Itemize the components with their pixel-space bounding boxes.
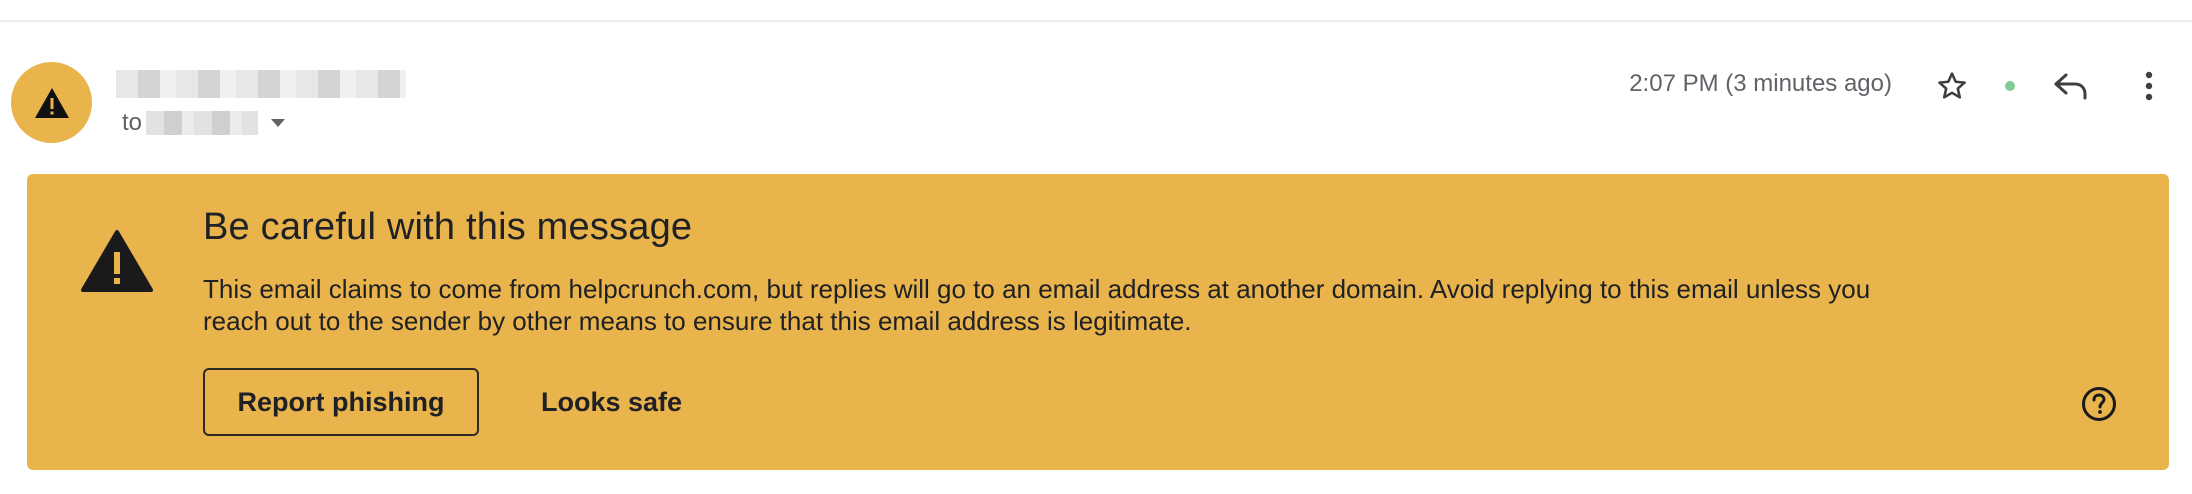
- warning-triangle-icon: [81, 230, 153, 292]
- phishing-warning-banner: Be careful with this message This email …: [27, 174, 2169, 470]
- to-label: to: [122, 109, 143, 136]
- show-details-button[interactable]: [268, 113, 288, 133]
- online-status-indicator: [1986, 62, 2034, 110]
- message-timestamp: 2:07 PM (3 minutes ago): [1629, 70, 1892, 97]
- warning-triangle-icon: [34, 87, 69, 118]
- help-button[interactable]: [2079, 384, 2119, 424]
- banner-warning-icon-wrap: [79, 226, 155, 296]
- vertical-dots-icon: [2145, 71, 2153, 101]
- redaction-blur: [116, 70, 406, 98]
- reply-arrow-icon: [2054, 73, 2087, 100]
- star-button[interactable]: [1928, 62, 1976, 110]
- recipient-redacted: [146, 111, 259, 135]
- sender-name-redacted[interactable]: [116, 70, 406, 98]
- star-outline-icon: [1938, 72, 1966, 99]
- top-divider: [0, 20, 2192, 22]
- caret-down-icon: [271, 119, 286, 127]
- sender-avatar[interactable]: [11, 62, 92, 143]
- reply-button[interactable]: [2047, 62, 2095, 110]
- recipient-line: to: [122, 106, 288, 140]
- help-circle-icon: [2082, 387, 2116, 421]
- report-phishing-button[interactable]: Report phishing: [203, 368, 479, 436]
- online-dot-icon: [2005, 81, 2015, 91]
- banner-title: Be careful with this message: [203, 206, 693, 248]
- looks-safe-button[interactable]: Looks safe: [527, 368, 696, 436]
- banner-message: This email claims to come from helpcrunc…: [203, 274, 1871, 336]
- more-options-button[interactable]: [2125, 62, 2173, 110]
